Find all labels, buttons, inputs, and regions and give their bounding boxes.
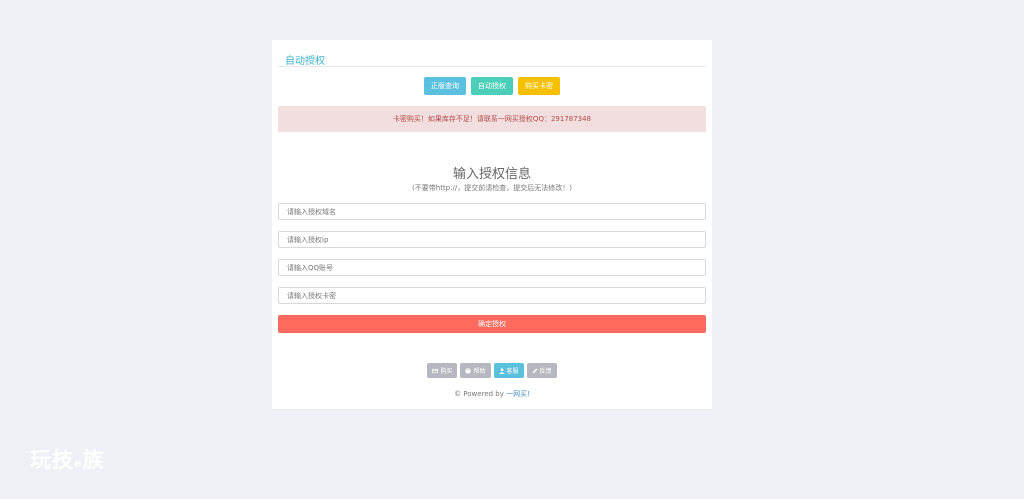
pencil-icon: [532, 368, 537, 373]
submit-label: 确定授权: [478, 320, 506, 328]
footer-brand-link[interactable]: 一网买!: [506, 390, 530, 398]
feedback-label: 反馈: [539, 368, 552, 375]
buy-card-button[interactable]: 购买卡密: [518, 77, 560, 95]
buy-label: 购买: [440, 368, 453, 375]
service-label: 客服: [506, 368, 519, 375]
title-divider: [278, 66, 706, 67]
footer-prefix: © Powered by: [454, 390, 507, 398]
feedback-button[interactable]: 反馈: [526, 363, 557, 378]
buy-button[interactable]: 购买: [427, 363, 458, 378]
bottom-button-group: 购买 ? 帮助 客服 反馈: [272, 363, 712, 378]
form-heading: 输入授权信息: [452, 167, 531, 182]
site-watermark: 玩技e族: [30, 444, 104, 474]
qq-input[interactable]: [278, 259, 706, 276]
genuine-query-button[interactable]: 正版查询: [424, 77, 466, 95]
service-button[interactable]: 客服: [493, 363, 524, 378]
svg-text:?: ?: [467, 368, 469, 373]
panel-title: 自动授权: [285, 56, 325, 67]
footer: © Powered by 一网买!: [272, 389, 712, 399]
ip-input[interactable]: [278, 231, 706, 248]
auth-panel: 自动授权 正版查询 自动授权 购买卡密 卡密购买！如果库存不足！请联系一网买授权…: [272, 40, 712, 409]
notice-text: 卡密购买！如果库存不足！请联系一网买授权QQ：291787348: [392, 115, 592, 123]
submit-button[interactable]: 确定授权: [278, 315, 706, 333]
watermark-part-1: 玩技: [30, 448, 74, 472]
auto-auth-button[interactable]: 自动授权: [471, 77, 513, 95]
card-icon: [432, 368, 439, 373]
domain-input[interactable]: [278, 203, 706, 220]
help-label: 帮助: [473, 368, 486, 375]
top-button-group: 正版查询 自动授权 购买卡密: [272, 77, 712, 95]
help-button[interactable]: ? 帮助: [460, 363, 491, 378]
form-subtitle: (不要带http://，提交前请检查，提交后无法修改！): [412, 184, 572, 192]
card-key-input[interactable]: [278, 287, 706, 304]
watermark-part-3: 族: [82, 448, 105, 472]
user-icon: [499, 367, 504, 374]
question-circle-icon: ?: [465, 367, 472, 374]
notice-alert: 卡密购买！如果库存不足！请联系一网买授权QQ：291787348: [278, 106, 706, 132]
